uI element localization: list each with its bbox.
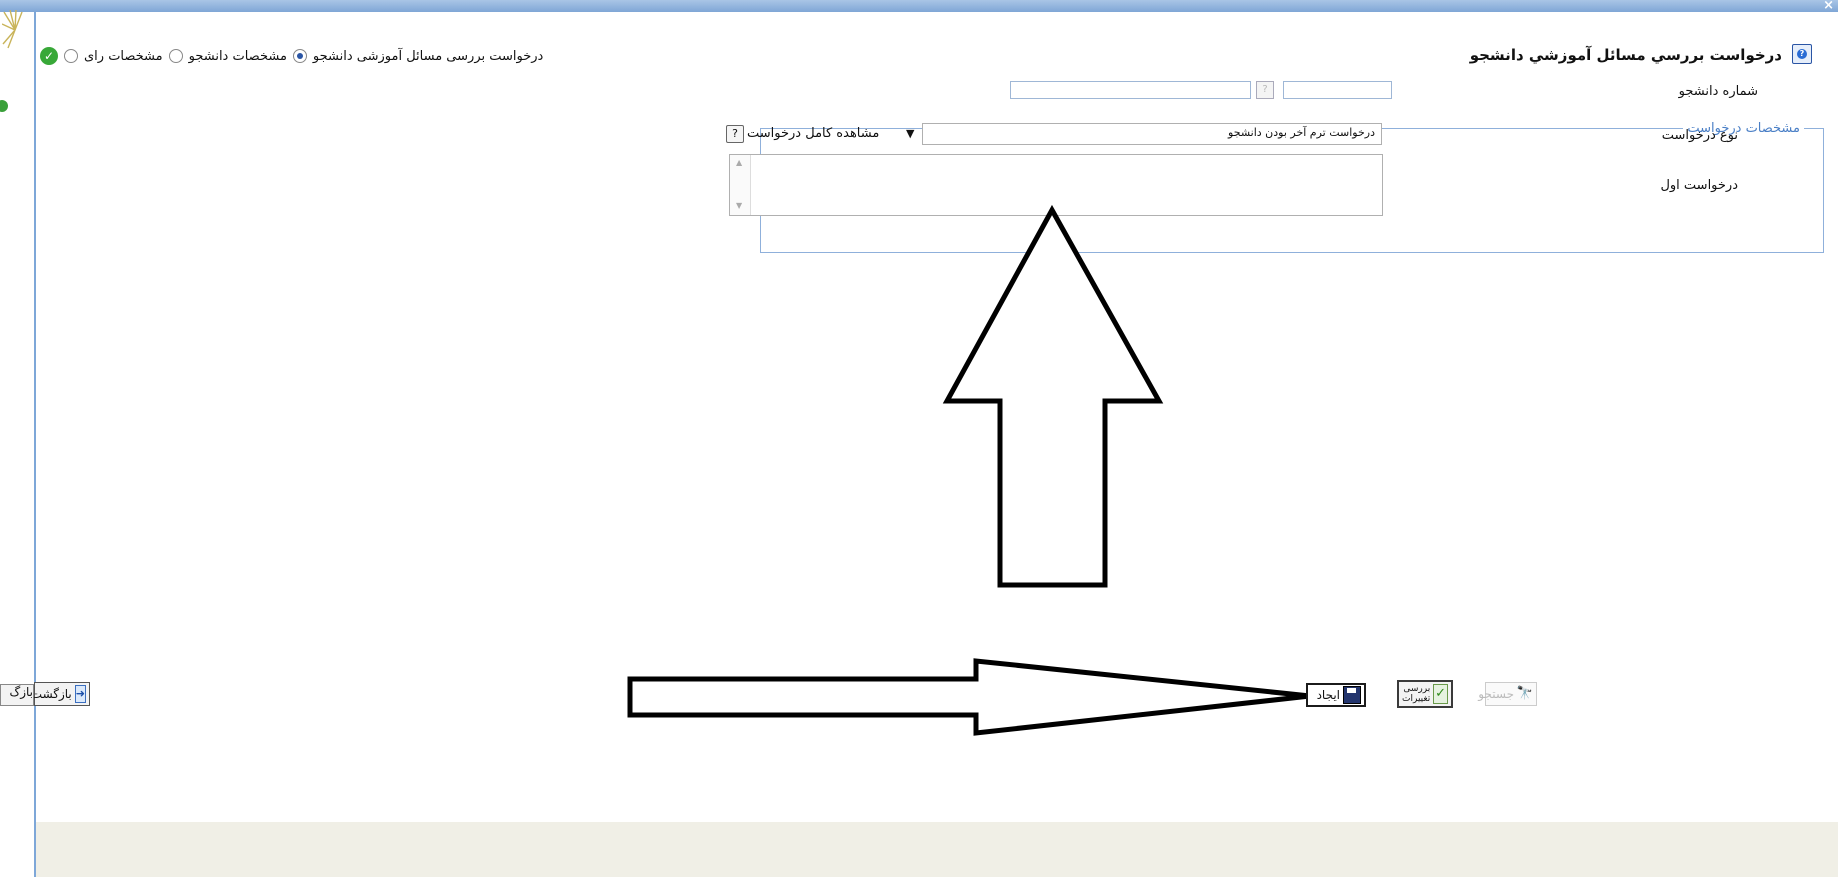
- left-frame-strip: [0, 12, 36, 877]
- review-label-line1: بررسی: [1403, 684, 1431, 694]
- back-button-partial[interactable]: بازگ: [0, 684, 34, 706]
- create-button[interactable]: ایجاد: [1306, 683, 1366, 707]
- scroll-down-icon[interactable]: ▼: [736, 201, 742, 210]
- create-button-label: ایجاد: [1316, 688, 1340, 702]
- tab-strip: درخواست بررسی مسائل آموزشی دانشجو مشخصات…: [40, 46, 543, 66]
- search-button: 🔭 جستجو: [1478, 682, 1537, 706]
- student-name-field: [1010, 81, 1251, 99]
- chevron-down-icon[interactable]: ▼: [906, 127, 914, 140]
- review-changes-button[interactable]: ✓ بررسی تغییرات: [1397, 680, 1453, 708]
- back-partial-label: بازگ: [9, 685, 33, 699]
- review-check-icon: ✓: [1433, 684, 1448, 704]
- status-band: [36, 822, 1838, 877]
- scroll-up-icon[interactable]: ▲: [736, 158, 742, 167]
- question-icon[interactable]: ?: [1256, 81, 1274, 99]
- close-icon[interactable]: ×: [1823, 0, 1834, 13]
- question-icon[interactable]: ?: [726, 125, 744, 143]
- tab-verdict-details[interactable]: مشخصات رای: [84, 49, 163, 64]
- student-number-input[interactable]: [1283, 81, 1392, 99]
- form-title: درخواست بررسي مسائل آموزشي دانشجو: [1469, 46, 1782, 64]
- logo-icon: [2, 10, 23, 49]
- back-arrow-icon: ➜: [74, 685, 86, 703]
- first-request-label: درخواست اول: [1660, 178, 1738, 193]
- review-label-line2: تغییرات: [1402, 694, 1431, 704]
- request-type-select[interactable]: درخواست ترم آخر بودن دانشجو: [922, 123, 1382, 145]
- save-disk-icon: [1343, 686, 1361, 704]
- radio-icon[interactable]: [292, 49, 307, 63]
- view-full-request-label[interactable]: مشاهده کامل درخواست: [747, 126, 879, 141]
- request-type-value: درخواست ترم آخر بودن دانشجو: [1228, 126, 1375, 139]
- check-icon[interactable]: ✓: [40, 47, 58, 65]
- help-icon[interactable]: ?: [1792, 44, 1812, 64]
- radio-icon[interactable]: [64, 49, 78, 63]
- search-button-label: جستجو: [1478, 687, 1514, 701]
- annotation-up-arrow-icon: [942, 204, 1164, 588]
- tab-request-review[interactable]: درخواست بررسی مسائل آموزشی دانشجو: [313, 49, 543, 64]
- search-binoculars-icon: 🔭: [1516, 686, 1533, 701]
- back-button[interactable]: ➜ بازگشت: [30, 682, 90, 706]
- radio-icon[interactable]: [168, 49, 183, 63]
- back-button-label: بازگشت: [30, 687, 72, 701]
- window-title-bar: [0, 0, 1838, 12]
- tab-student-details[interactable]: مشخصات دانشجو: [189, 49, 287, 64]
- student-number-label: شماره دانشجو: [1678, 84, 1758, 99]
- annotation-right-arrow-icon: [627, 658, 1311, 736]
- request-type-label: نوع درخواست: [1661, 128, 1738, 143]
